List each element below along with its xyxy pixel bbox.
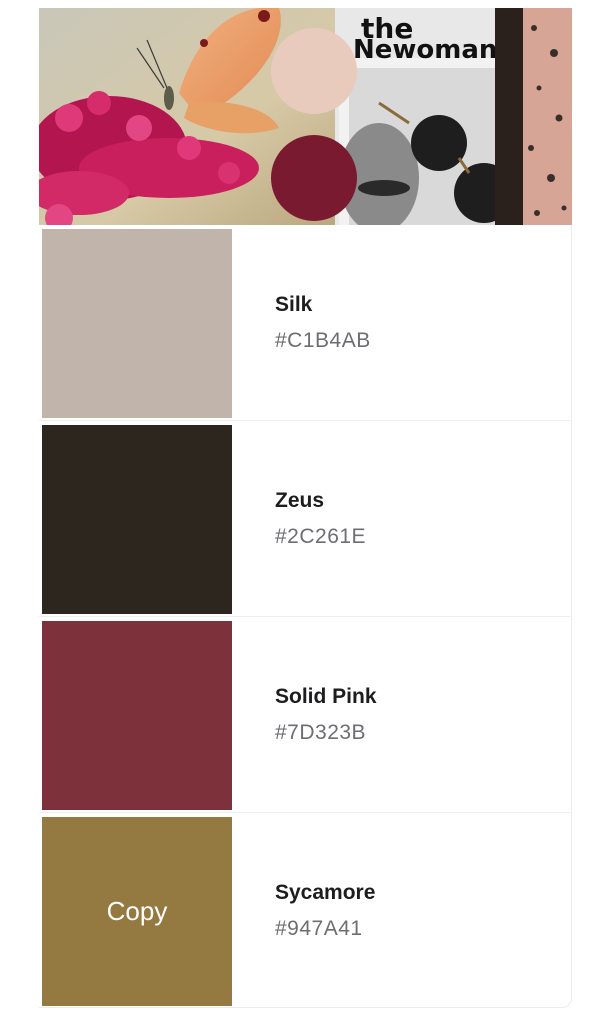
- palette-hero-image: the Newoman: [39, 8, 572, 225]
- color-hex[interactable]: #7D323B: [275, 721, 366, 745]
- color-name: Zeus: [275, 489, 325, 512]
- color-swatch-sycamore[interactable]: Copy: [42, 817, 232, 1006]
- palette-list: Silk #C1B4AB Zeus #2C261E Solid Pink #7D…: [39, 225, 572, 1008]
- color-name: Solid Pink: [275, 685, 377, 708]
- color-row-solid-pink: Solid Pink #7D323B: [39, 617, 572, 813]
- color-row-sycamore: Copy Sycamore #947A41: [39, 813, 572, 1008]
- blush-circle: [271, 28, 357, 114]
- color-hex[interactable]: #C1B4AB: [275, 329, 371, 353]
- color-hex[interactable]: #2C261E: [275, 525, 366, 549]
- wine-circle: [271, 135, 357, 221]
- color-name: Sycamore: [275, 881, 376, 904]
- magazine-title-line2: Newoman: [353, 35, 497, 65]
- color-name: Silk: [275, 293, 313, 316]
- color-row-zeus: Zeus #2C261E: [39, 421, 572, 617]
- color-swatch-silk[interactable]: [42, 229, 232, 418]
- color-swatch-zeus[interactable]: [42, 425, 232, 614]
- color-swatch-solid-pink[interactable]: [42, 621, 232, 810]
- color-row-silk: Silk #C1B4AB: [39, 225, 572, 421]
- copy-button[interactable]: Copy: [107, 896, 168, 927]
- color-hex[interactable]: #947A41: [275, 917, 363, 941]
